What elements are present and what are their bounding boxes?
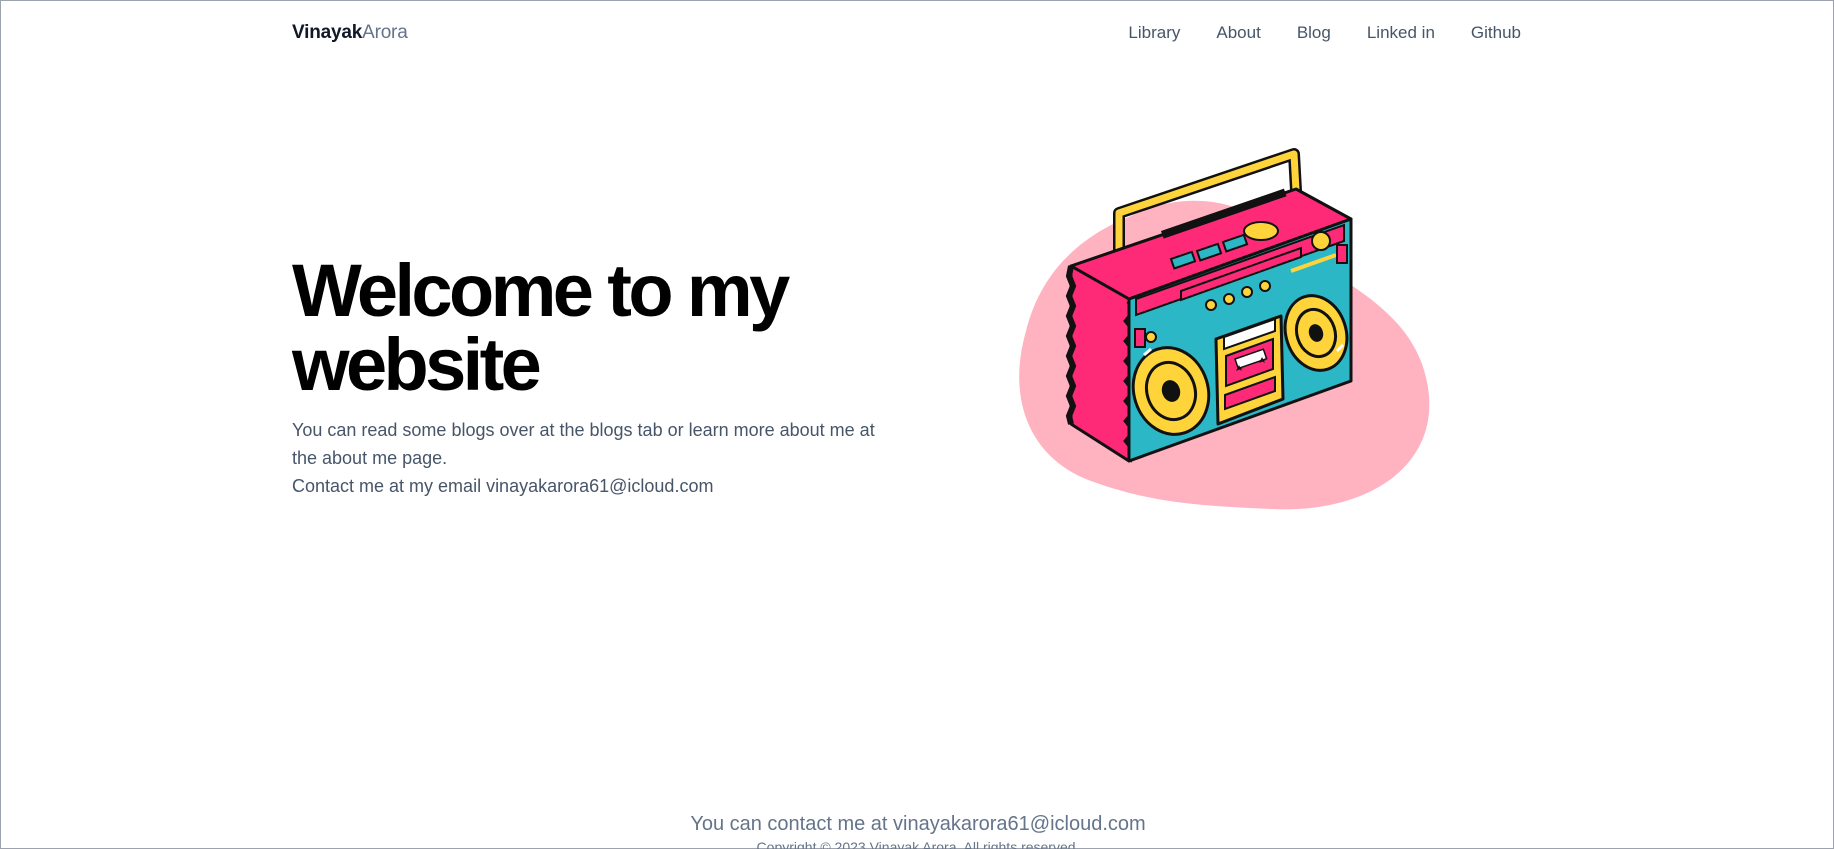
nav-library[interactable]: Library — [1128, 21, 1180, 45]
nav-about[interactable]: About — [1216, 21, 1260, 45]
hero-contact-email: Contact me at my email vinayakarora61@ic… — [292, 476, 714, 496]
main-nav: Library About Blog Linked in Github — [1128, 21, 1521, 45]
boombox-illustration — [1011, 141, 1451, 521]
nav-blog[interactable]: Blog — [1297, 21, 1331, 45]
hero-section: Welcome to my website You can read some … — [292, 254, 892, 500]
footer-copyright: Copyright © 2023 Vinayak Arora. All righ… — [756, 839, 1080, 849]
hero-title: Welcome to my website — [292, 249, 790, 406]
brand-logo[interactable]: VinayakArora — [292, 21, 408, 45]
brand-last-name: Arora — [362, 22, 408, 43]
nav-linkedin[interactable]: Linked in — [1367, 21, 1435, 45]
hero-description: You can read some blogs over at the blog… — [292, 420, 875, 468]
nav-github[interactable]: Github — [1471, 21, 1521, 45]
site-header: VinayakArora Library About Blog Linked i… — [1, 1, 1834, 65]
brand-first-name: Vinayak — [292, 22, 363, 43]
boombox-svg — [1019, 148, 1430, 510]
footer-contact: You can contact me at vinayakarora61@icl… — [690, 813, 1146, 835]
